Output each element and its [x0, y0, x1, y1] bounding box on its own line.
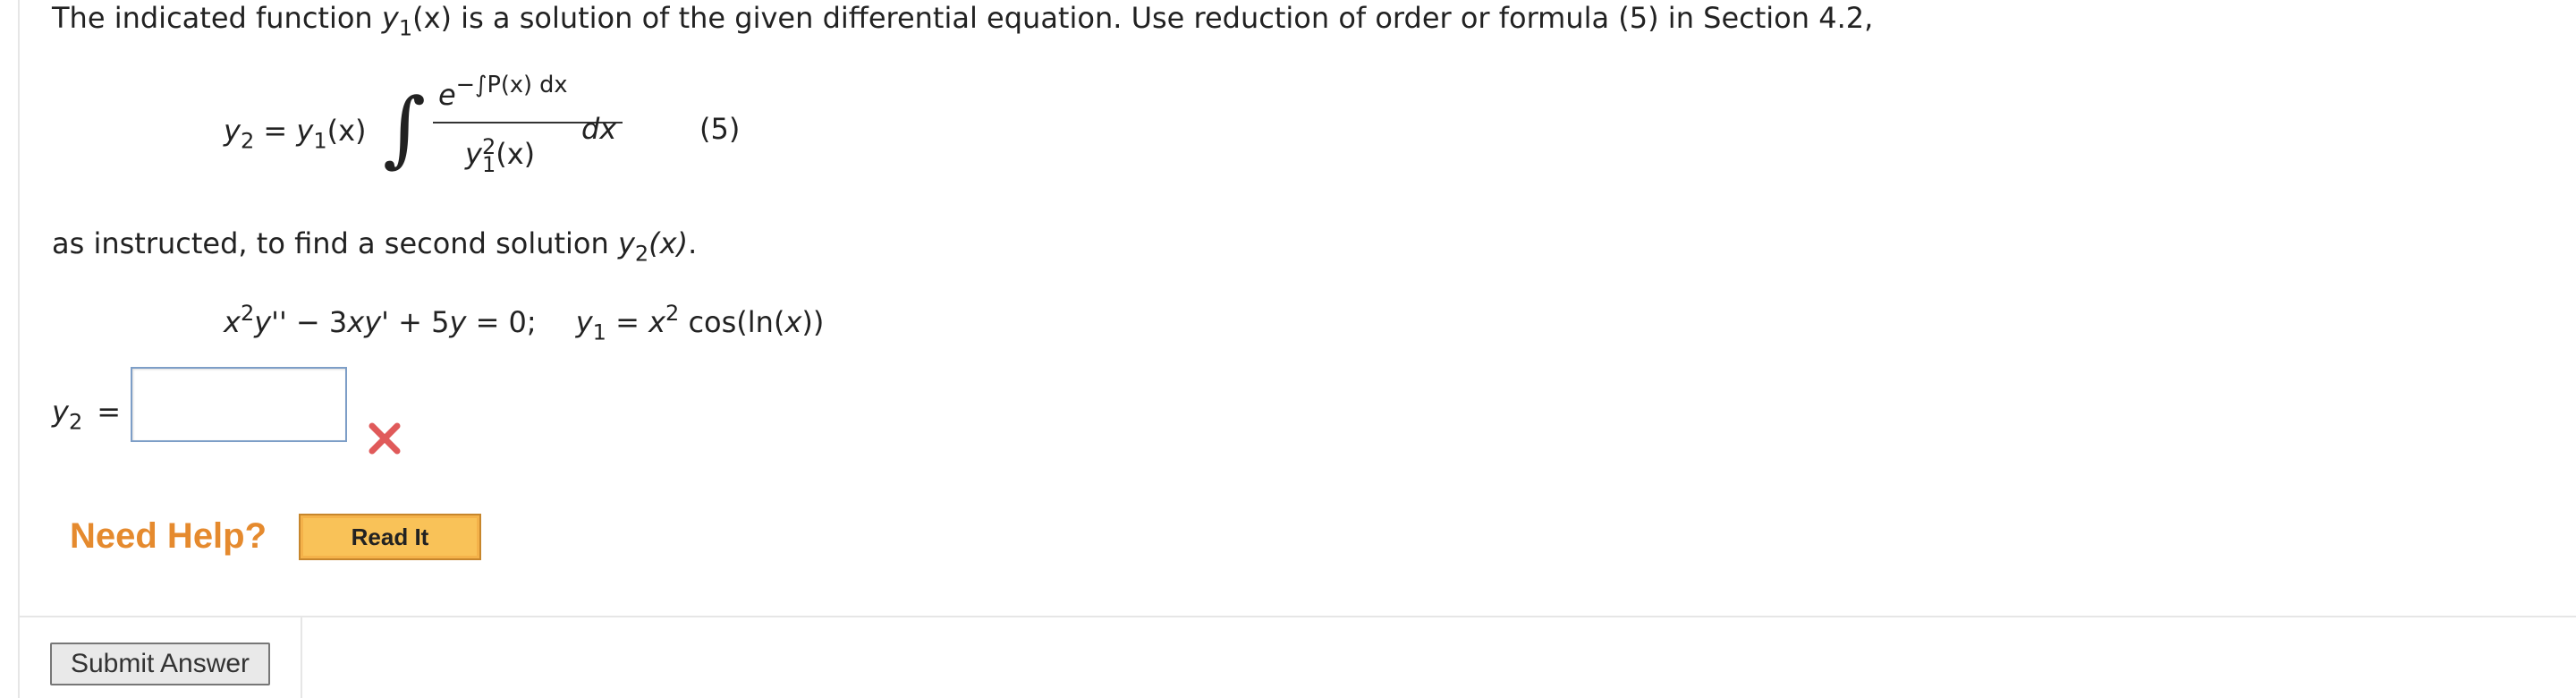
integral-sign: ∫: [383, 81, 426, 176]
submit-answer-button[interactable]: Submit Answer: [50, 643, 270, 685]
formula-denominator: y 2 1 (x): [465, 134, 536, 177]
footer-column-divider: [301, 616, 302, 698]
problem-intro: The indicated function y1(x) is a soluti…: [52, 1, 1874, 41]
formula-number: (5): [699, 112, 741, 146]
answer-label: y2 =: [52, 395, 122, 435]
footer-divider: [18, 616, 2576, 617]
left-border: [18, 0, 20, 698]
incorrect-x-icon: [369, 422, 401, 455]
read-it-button[interactable]: Read It: [299, 514, 481, 560]
formula-lhs: y2 = y1(x): [224, 114, 367, 154]
formula-numerator: e−∫P(x) dx: [438, 71, 568, 112]
instruction-text: as instructed, to find a second solution…: [52, 226, 698, 267]
differential-equation: x2y'' − 3xy' + 5y = 0; y1 = x2 cos(ln(x)): [224, 300, 825, 345]
need-help-label: Need Help?: [70, 516, 267, 556]
formula-differential: dx: [581, 112, 617, 146]
answer-input[interactable]: [131, 367, 347, 442]
